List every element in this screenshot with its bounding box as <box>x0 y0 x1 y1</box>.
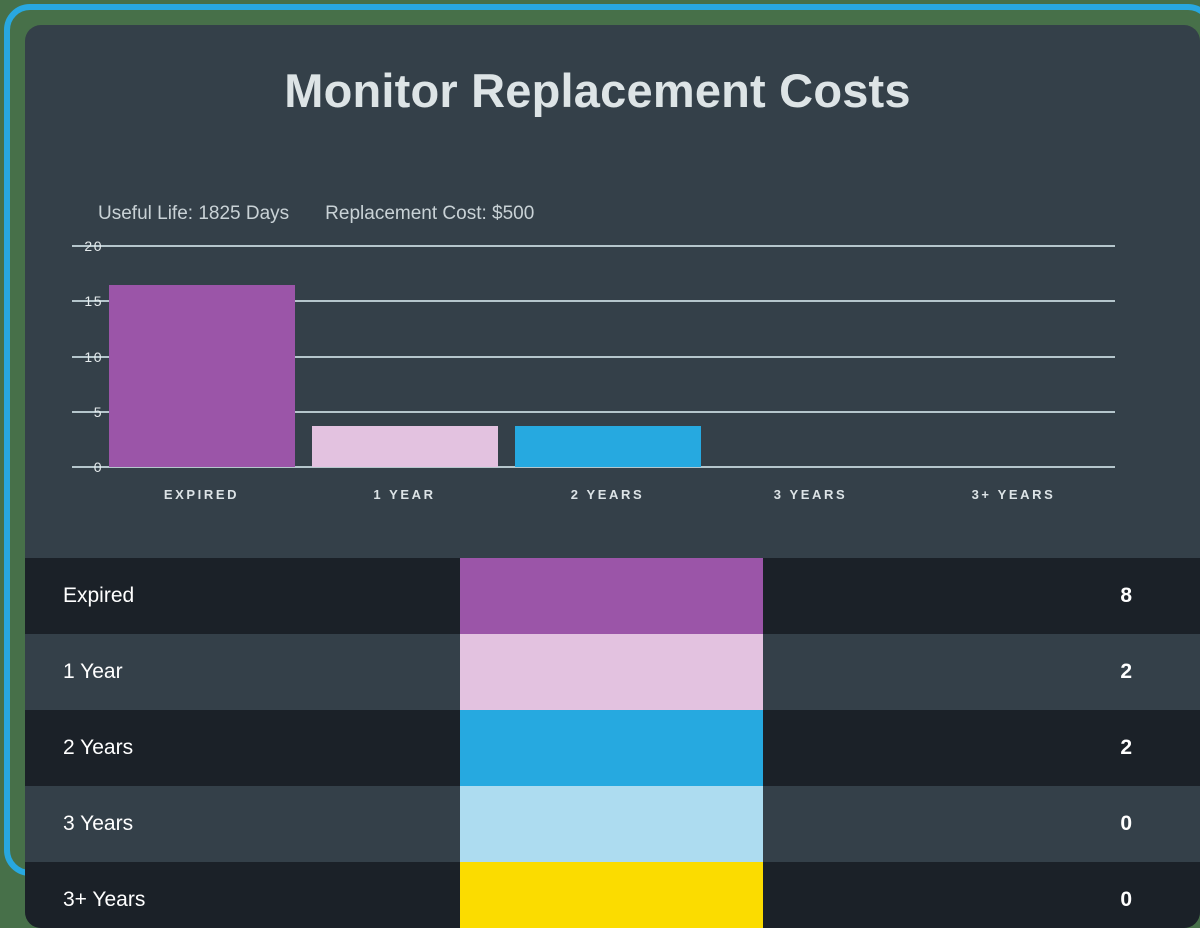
y-axis-tick-label: 20 <box>84 238 103 254</box>
y-axis-tick-label: 0 <box>93 459 103 475</box>
y-axis-tick-label: 10 <box>84 348 103 365</box>
y-axis-tick-label: 5 <box>93 403 103 420</box>
table-row-label: 3+ Years <box>63 888 146 911</box>
table-row-label: 3 Years <box>63 812 134 835</box>
table-row-value: 0 <box>1120 812 1132 835</box>
y-axis-tick-label: 15 <box>84 293 103 310</box>
bars-group <box>100 246 1115 467</box>
x-axis-tick-label: 3+ YEARS <box>971 487 1056 502</box>
table-row[interactable]: 3+ Years 0 <box>25 862 1200 928</box>
bar-chart-plot: 0 5 10 15 20 EXPIRED 1 YEAR 2 YEARS 3 YEARS 3+ Y… <box>25 25 1200 535</box>
color-swatch <box>460 862 763 928</box>
table-row-value: 2 <box>1120 736 1132 759</box>
table-row-value: 2 <box>1120 660 1132 683</box>
x-axis-tick-label: 3 YEARS <box>773 487 848 502</box>
table-row-label: 2 Years <box>63 736 134 759</box>
x-axis-tick-label: 2 YEARS <box>570 487 645 502</box>
color-swatch <box>460 634 763 710</box>
x-axis-tick-label: EXPIRED <box>163 487 240 502</box>
bar-expired[interactable] <box>108 284 295 467</box>
color-swatch <box>460 710 763 786</box>
table-row-label: 1 Year <box>63 660 123 683</box>
table-row-label: Expired <box>63 584 135 607</box>
table-row-value: 0 <box>1120 888 1132 911</box>
x-axis-tick-label: 1 YEAR <box>373 487 436 502</box>
table-row[interactable]: 1 Year 2 <box>25 634 1200 710</box>
legend-data-table: Expired 8 1 Year 2 2 Years 2 3 Years 0 3+ Years 0 <box>25 558 1200 928</box>
chart-card: Monitor Replacement Costs Useful Life: 1… <box>25 25 1200 928</box>
table-row[interactable]: Expired 8 <box>25 558 1200 634</box>
bar-1-year[interactable] <box>311 426 498 467</box>
color-swatch <box>460 558 763 634</box>
table-row-value: 8 <box>1120 584 1132 607</box>
bar-2-years[interactable] <box>514 426 701 467</box>
table-row[interactable]: 2 Years 2 <box>25 710 1200 786</box>
color-swatch <box>460 786 763 862</box>
table-row[interactable]: 3 Years 0 <box>25 786 1200 862</box>
